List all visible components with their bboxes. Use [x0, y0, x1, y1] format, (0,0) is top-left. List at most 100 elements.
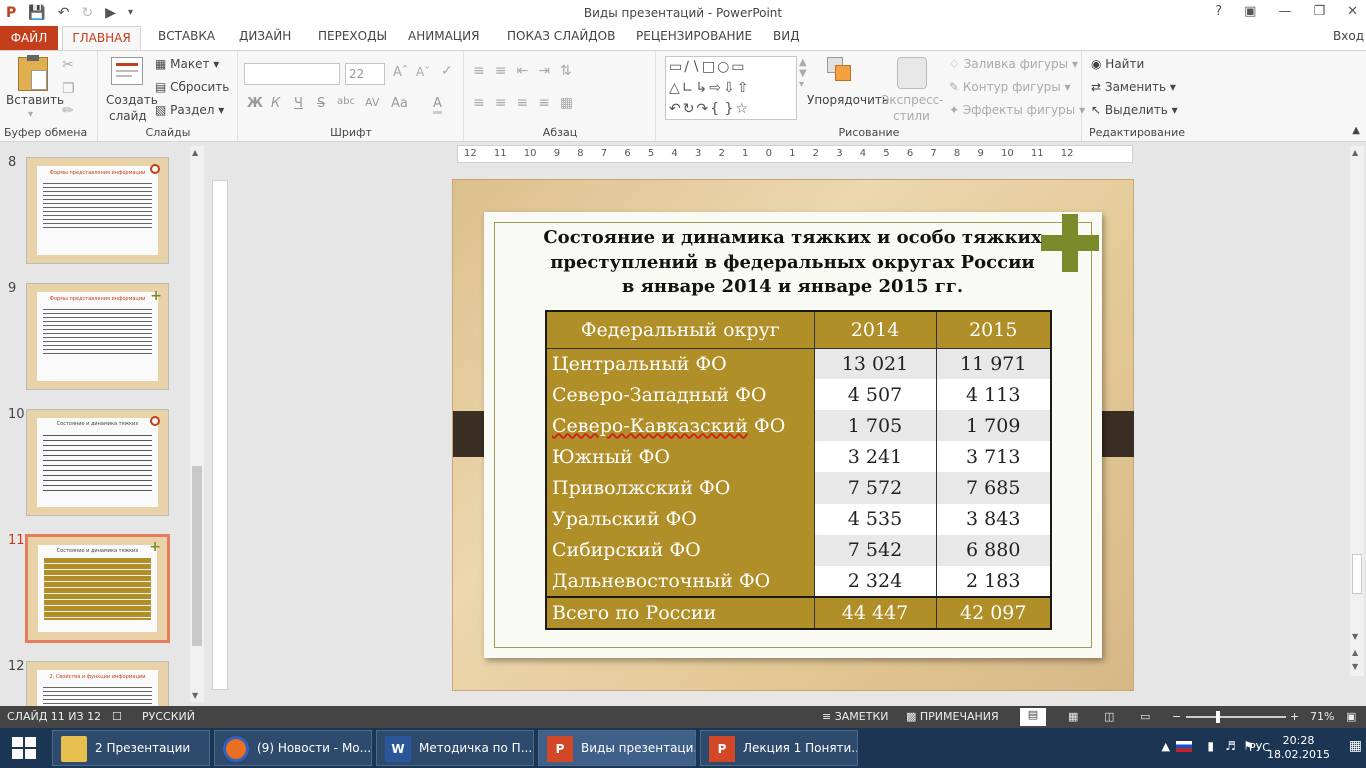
- zoom-in-icon[interactable]: +: [1290, 710, 1299, 723]
- quick-styles-button[interactable]: Экспресс-: [881, 93, 944, 107]
- clear-format-icon[interactable]: ✓: [441, 63, 453, 79]
- zoom-slider-thumb[interactable]: [1216, 711, 1220, 723]
- spacing-button[interactable]: AV: [365, 96, 379, 109]
- thumbnail-slide-12[interactable]: 2. Свойства и функции информации: [26, 661, 169, 706]
- thumbnail-slide-8[interactable]: Формы представления информации: [26, 157, 169, 264]
- scroll-up-icon[interactable]: ▲: [1352, 148, 1358, 157]
- volume-icon[interactable]: ♬: [1225, 739, 1236, 753]
- windows-start-icon[interactable]: [12, 737, 36, 759]
- font-size-input[interactable]: 22: [345, 63, 385, 85]
- zoom-level[interactable]: 71%: [1310, 710, 1334, 723]
- tray-expand-icon[interactable]: ▲: [1162, 740, 1170, 753]
- list-buttons-icon[interactable]: ≡≡⇤⇥⇅: [473, 63, 582, 79]
- paste-icon[interactable]: [18, 55, 48, 91]
- find-button[interactable]: ◉ Найти: [1091, 57, 1144, 71]
- restore-icon[interactable]: ❐: [1313, 4, 1325, 19]
- new-slide-label2[interactable]: слайд: [109, 109, 147, 123]
- underline-button[interactable]: Ч: [294, 96, 303, 111]
- tab-review[interactable]: РЕЦЕНЗИРОВАНИЕ: [636, 29, 752, 43]
- grow-font-icon[interactable]: Aˆ: [393, 65, 408, 80]
- scroll-thumb[interactable]: [1352, 554, 1362, 594]
- zoom-out-icon[interactable]: −: [1172, 710, 1181, 723]
- minimize-icon[interactable]: —: [1278, 4, 1291, 19]
- language-indicator[interactable]: РУССКИЙ: [142, 710, 195, 723]
- help-icon[interactable]: ?: [1215, 4, 1222, 19]
- next-slide-icon[interactable]: ▼: [1352, 662, 1358, 671]
- fit-slide-icon[interactable]: ▣: [1346, 710, 1356, 723]
- quick-styles-icon[interactable]: [897, 57, 927, 89]
- shadow-button[interactable]: abc: [337, 96, 355, 107]
- russian-flag-icon[interactable]: [1176, 741, 1192, 752]
- zoom-slider[interactable]: [1186, 711, 1286, 723]
- thumbnail-slide-9[interactable]: Формы представления информации +: [26, 283, 169, 390]
- case-button[interactable]: Aa: [391, 96, 408, 111]
- thumbnail-slide-10[interactable]: Состояние и динамика тяжких: [26, 409, 169, 516]
- ribbon-display-icon[interactable]: ▣: [1244, 4, 1256, 19]
- select-button[interactable]: ↖ Выделить ▾: [1091, 103, 1178, 117]
- align-buttons-icon[interactable]: ≡≡≡≡▦: [473, 95, 583, 111]
- font-color-button[interactable]: A: [433, 96, 442, 114]
- layout-button[interactable]: ▦ Макет ▾: [155, 57, 219, 71]
- tab-slideshow[interactable]: ПОКАЗ СЛАЙДОВ: [507, 29, 615, 43]
- group-label-editing: Редактирование: [1089, 126, 1185, 139]
- shape-fill-button[interactable]: ♢ Заливка фигуры ▾: [949, 57, 1078, 71]
- taskbar-item-powerpoint-active[interactable]: P Виды презентаци...: [538, 730, 696, 766]
- cut-icon[interactable]: ✂: [62, 57, 74, 73]
- crime-table[interactable]: Федеральный округ 2014 2015 Центральный …: [545, 310, 1052, 630]
- collapse-ribbon-icon[interactable]: ▲: [1352, 125, 1360, 136]
- tab-design[interactable]: ДИЗАЙН: [239, 29, 291, 43]
- comments-button[interactable]: ▩ ПРИМЕЧАНИЯ: [906, 710, 999, 723]
- font-name-input[interactable]: [244, 63, 340, 85]
- paste-button[interactable]: Вставить: [6, 93, 64, 107]
- taskbar-item-explorer[interactable]: 2 Презентации: [52, 730, 210, 766]
- shape-effects-button[interactable]: ✦ Эффекты фигуры ▾: [949, 103, 1085, 117]
- shapes-gallery[interactable]: ▭∕∖□○▭ △∟↳⇨⇩⇧ ↶↻↷{ }☆: [665, 56, 797, 120]
- slide-sorter-icon[interactable]: ▦: [1068, 710, 1078, 723]
- tab-file[interactable]: ФАЙЛ: [0, 26, 58, 50]
- strike-button[interactable]: S: [317, 96, 325, 111]
- spellcheck-icon[interactable]: ☐: [112, 710, 122, 723]
- reading-view-icon[interactable]: ◫: [1104, 710, 1114, 723]
- tab-insert[interactable]: ВСТАВКА: [158, 29, 215, 43]
- notes-button[interactable]: ≡ ЗАМЕТКИ: [822, 710, 889, 723]
- scroll-up-icon[interactable]: ▲: [192, 148, 198, 157]
- scroll-down-icon[interactable]: ▼: [1352, 632, 1358, 641]
- slideshow-view-icon[interactable]: ▭: [1140, 710, 1150, 723]
- taskbar-item-firefox[interactable]: (9) Новости - Мо...: [214, 730, 372, 766]
- reset-button[interactable]: ▤ Сбросить: [155, 80, 229, 94]
- italic-button[interactable]: К: [271, 96, 280, 111]
- taskbar-item-word[interactable]: W Методичка по П...: [376, 730, 534, 766]
- prev-slide-icon[interactable]: ▲: [1352, 648, 1358, 657]
- section-button[interactable]: ▧ Раздел ▾: [155, 103, 224, 117]
- replace-button[interactable]: ⇄ Заменить ▾: [1091, 80, 1176, 94]
- taskbar-item-powerpoint[interactable]: P Лекция 1 Поняти...: [700, 730, 858, 766]
- new-slide-icon[interactable]: [111, 57, 143, 85]
- clock[interactable]: 20:28 18.02.2015: [1267, 734, 1330, 762]
- normal-view-icon[interactable]: ▤: [1020, 708, 1046, 726]
- thumbnail-slide-11[interactable]: Состояние и динамика тяжких +: [25, 534, 170, 643]
- paste-dropdown-icon[interactable]: ▾: [28, 109, 33, 120]
- tab-home[interactable]: ГЛАВНАЯ: [62, 26, 141, 50]
- scroll-down-icon[interactable]: ▼: [192, 691, 198, 700]
- slide-heading[interactable]: Состояние и динамика тяжких и особо тяжк…: [520, 226, 1065, 300]
- bold-button[interactable]: Ж: [247, 96, 263, 111]
- notification-icon[interactable]: ▦: [1349, 738, 1362, 754]
- shape-outline-button[interactable]: ✎ Контур фигуры ▾: [949, 80, 1071, 94]
- tab-animation[interactable]: АНИМАЦИЯ: [408, 29, 479, 43]
- format-painter-icon[interactable]: ✏: [62, 103, 74, 119]
- quick-styles-label2[interactable]: стили: [893, 109, 930, 123]
- network-icon[interactable]: ▮: [1207, 739, 1214, 753]
- tab-view[interactable]: ВИД: [773, 29, 800, 43]
- sign-in-link[interactable]: Вход: [1333, 29, 1364, 43]
- thumbnail-scrollbar[interactable]: ▲ ▼: [190, 146, 204, 702]
- copy-icon[interactable]: ❐: [62, 81, 75, 97]
- scroll-thumb[interactable]: [192, 466, 202, 646]
- gallery-scroll-icon[interactable]: ▲ ▼ ▾: [799, 57, 807, 90]
- new-slide-button[interactable]: Создать: [106, 93, 158, 107]
- shrink-font-icon[interactable]: Aˇ: [416, 65, 430, 79]
- tab-transitions[interactable]: ПЕРЕХОДЫ: [318, 29, 387, 43]
- arrange-icon[interactable]: [827, 57, 857, 89]
- close-icon[interactable]: ✕: [1347, 4, 1358, 19]
- arrange-button[interactable]: Упорядочить: [807, 93, 889, 107]
- editor-scrollbar[interactable]: ▲ ▼ ▲ ▼: [1350, 146, 1364, 676]
